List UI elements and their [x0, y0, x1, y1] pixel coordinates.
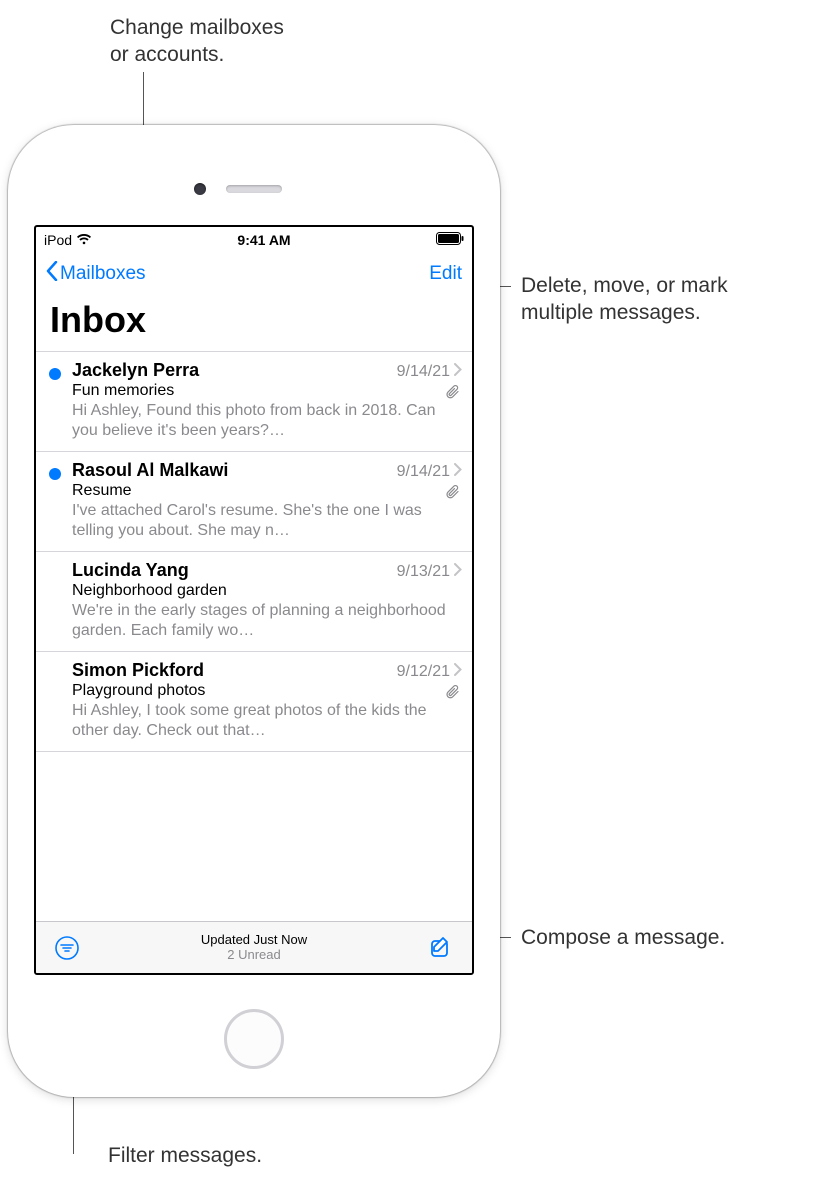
toolbar-status: Updated Just Now 2 Unread — [36, 933, 472, 963]
sender-label: Lucinda Yang — [72, 560, 189, 581]
back-label: Mailboxes — [60, 263, 146, 285]
speaker-grille — [226, 185, 282, 193]
sender-label: Jackelyn Perra — [72, 360, 199, 381]
date-label: 9/14/21 — [397, 363, 450, 381]
chevron-right-icon — [454, 663, 462, 681]
toolbar-status-line1: Updated Just Now — [36, 933, 472, 948]
chevron-right-icon — [454, 563, 462, 581]
compose-button[interactable] — [426, 933, 456, 963]
page-title: Inbox — [36, 295, 472, 351]
date-label: 9/13/21 — [397, 563, 450, 581]
preview-label: Hi Ashley, Found this photo from back in… — [72, 401, 462, 441]
subject-label: Fun memories — [72, 382, 462, 400]
toolbar-status-line2: 2 Unread — [36, 948, 472, 963]
sender-label: Simon Pickford — [72, 660, 204, 681]
callout-mailboxes: Change mailboxes or accounts. — [110, 14, 284, 69]
chevron-left-icon — [46, 261, 58, 287]
callout-filter: Filter messages. — [108, 1142, 262, 1169]
preview-label: Hi Ashley, I took some great photos of t… — [72, 701, 462, 741]
edit-button[interactable]: Edit — [429, 263, 462, 285]
message-row[interactable]: Lucinda Yang 9/13/21 Neighborhood garden… — [36, 552, 472, 652]
chevron-right-icon — [454, 463, 462, 481]
home-button[interactable] — [224, 1009, 284, 1069]
battery-icon — [436, 232, 464, 248]
paperclip-icon — [446, 484, 460, 505]
subject-label: Neighborhood garden — [72, 582, 462, 600]
filter-button[interactable] — [52, 933, 82, 963]
preview-label: I've attached Carol's resume. She's the … — [72, 501, 462, 541]
date-label: 9/12/21 — [397, 663, 450, 681]
unread-dot-icon — [49, 368, 61, 380]
preview-label: We're in the early stages of planning a … — [72, 601, 462, 641]
message-row[interactable]: Simon Pickford 9/12/21 Playground photos… — [36, 652, 472, 752]
subject-label: Resume — [72, 482, 462, 500]
subject-label: Playground photos — [72, 682, 462, 700]
sender-label: Rasoul Al Malkawi — [72, 460, 228, 481]
unread-dot-icon — [49, 468, 61, 480]
message-row[interactable]: Jackelyn Perra 9/14/21 Fun memories Hi A… — [36, 352, 472, 452]
nav-bar: Mailboxes Edit — [36, 253, 472, 295]
message-list[interactable]: Jackelyn Perra 9/14/21 Fun memories Hi A… — [36, 351, 472, 921]
carrier-label: iPod — [44, 232, 72, 248]
chevron-right-icon — [454, 363, 462, 381]
screen: iPod 9:41 AM Mailboxes Edit — [34, 225, 474, 975]
toolbar: Updated Just Now 2 Unread — [36, 921, 472, 973]
paperclip-icon — [446, 384, 460, 405]
list-fade — [36, 903, 472, 921]
device-frame: iPod 9:41 AM Mailboxes Edit — [8, 125, 500, 1097]
camera-dot — [194, 183, 206, 195]
status-time: 9:41 AM — [237, 232, 290, 248]
paperclip-icon — [446, 684, 460, 705]
back-button[interactable]: Mailboxes — [46, 261, 146, 287]
status-bar: iPod 9:41 AM — [36, 227, 472, 253]
message-row[interactable]: Rasoul Al Malkawi 9/14/21 Resume I've at… — [36, 452, 472, 552]
wifi-icon — [76, 232, 92, 248]
callout-edit: Delete, move, or mark multiple messages. — [521, 272, 728, 327]
callout-compose: Compose a message. — [521, 924, 725, 951]
date-label: 9/14/21 — [397, 463, 450, 481]
